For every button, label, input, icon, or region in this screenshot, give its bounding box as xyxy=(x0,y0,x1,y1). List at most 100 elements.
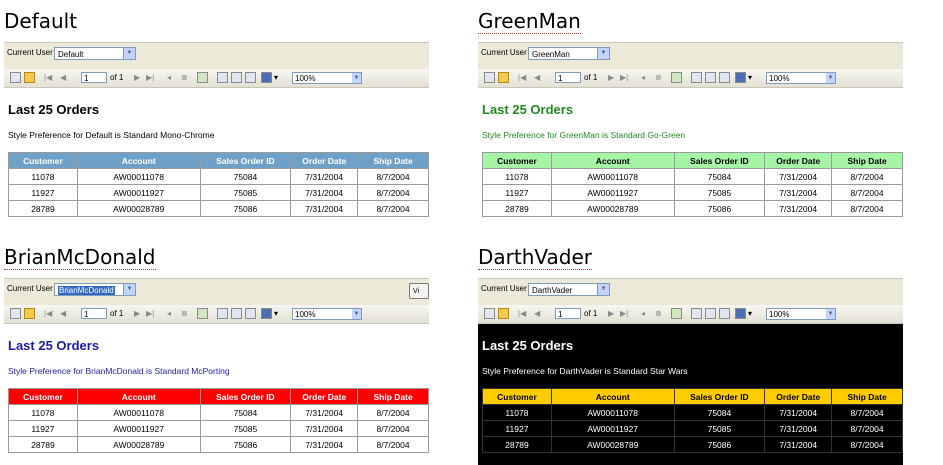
page-number-input[interactable]: 1 xyxy=(81,72,107,83)
next-page-icon[interactable]: ▶ xyxy=(134,72,140,84)
export-chevron-icon[interactable]: ▾ xyxy=(274,308,278,320)
refresh-icon[interactable] xyxy=(197,72,208,83)
cell-sales-order-id: 75085 xyxy=(199,184,292,201)
view-report-button[interactable]: Vi xyxy=(409,283,429,299)
previous-page-icon[interactable]: ◀ xyxy=(534,72,540,84)
table-header-row: Customer Account Sales Order ID Order Date S… xyxy=(482,388,903,405)
back-icon[interactable]: ◂ xyxy=(641,72,645,84)
chevron-down-icon[interactable]: ▼ xyxy=(826,309,835,319)
chevron-down-icon[interactable]: ▼ xyxy=(597,48,609,59)
column-header-ship-date: Ship Date xyxy=(831,152,903,169)
cell-ship-date: 8/7/2004 xyxy=(357,420,429,437)
print-layout-icon[interactable] xyxy=(705,72,716,83)
page-setup-icon[interactable] xyxy=(719,72,730,83)
cell-account: AW00028789 xyxy=(76,200,201,217)
first-page-icon[interactable]: |◀ xyxy=(44,72,52,84)
chevron-down-icon[interactable]: ▼ xyxy=(352,309,361,319)
last-page-icon[interactable]: ▶| xyxy=(146,308,154,320)
page-setup-icon[interactable] xyxy=(245,308,256,319)
back-icon[interactable]: ◂ xyxy=(167,72,171,84)
export-chevron-icon[interactable]: ▾ xyxy=(748,72,752,84)
page-number-input[interactable]: 1 xyxy=(555,72,581,83)
cell-order-date: 7/31/2004 xyxy=(764,436,833,453)
current-user-select[interactable]: GreenMan ▼ xyxy=(528,47,610,60)
cell-ship-date: 8/7/2004 xyxy=(831,168,903,185)
zoom-select[interactable]: 100% ▼ xyxy=(766,72,836,84)
zoom-select[interactable]: 100% ▼ xyxy=(292,72,362,84)
stop-icon[interactable]: ⊗ xyxy=(181,308,188,320)
print-layout-icon[interactable] xyxy=(231,72,242,83)
export-chevron-icon[interactable]: ▾ xyxy=(748,308,752,320)
first-page-icon[interactable]: |◀ xyxy=(518,72,526,84)
print-icon[interactable] xyxy=(691,308,702,319)
stop-icon[interactable]: ⊗ xyxy=(655,308,662,320)
report-content: Last 25 Orders Style Preference for Dart… xyxy=(478,324,903,465)
document-map-icon[interactable] xyxy=(10,308,21,319)
next-page-icon[interactable]: ▶ xyxy=(134,308,140,320)
zoom-select[interactable]: 100% ▼ xyxy=(766,308,836,320)
document-map-icon[interactable] xyxy=(10,72,21,83)
column-header-ship-date: Ship Date xyxy=(357,388,429,405)
cell-order-date: 7/31/2004 xyxy=(764,168,833,185)
report-toolbar: |◀ ◀ 1 of 1 ▶ ▶| ◂ ⊗ ▾ 100% ▼ xyxy=(478,69,903,88)
refresh-icon[interactable] xyxy=(197,308,208,319)
print-icon[interactable] xyxy=(217,308,228,319)
chevron-down-icon[interactable]: ▼ xyxy=(123,284,135,295)
panel-heading: Default xyxy=(4,9,78,33)
chevron-down-icon[interactable]: ▼ xyxy=(123,48,135,59)
cell-account: AW00011078 xyxy=(76,168,201,185)
back-icon[interactable]: ◂ xyxy=(641,308,645,320)
cell-ship-date: 8/7/2004 xyxy=(357,200,429,217)
stop-icon[interactable]: ⊗ xyxy=(655,72,662,84)
cell-account: AW00011078 xyxy=(550,404,675,421)
export-icon[interactable] xyxy=(735,72,746,83)
document-map-icon[interactable] xyxy=(484,72,495,83)
page-setup-icon[interactable] xyxy=(719,308,730,319)
column-header-sales-order-id: Sales Order ID xyxy=(673,152,766,169)
print-icon[interactable] xyxy=(217,72,228,83)
cell-ship-date: 8/7/2004 xyxy=(831,200,903,217)
chevron-down-icon[interactable]: ▼ xyxy=(826,73,835,83)
current-user-select[interactable]: BrianMcDonald ▼ xyxy=(54,283,136,296)
table-row: 11927 AW00011927 75085 7/31/2004 8/7/2004 xyxy=(482,420,903,437)
export-chevron-icon[interactable]: ▾ xyxy=(274,72,278,84)
print-icon[interactable] xyxy=(691,72,702,83)
report-toolbar: |◀ ◀ 1 of 1 ▶ ▶| ◂ ⊗ ▾ 100% ▼ xyxy=(4,305,429,324)
chevron-down-icon[interactable]: ▼ xyxy=(597,284,609,295)
back-icon[interactable]: ◂ xyxy=(167,308,171,320)
parameters-icon[interactable] xyxy=(24,72,35,83)
parameters-icon[interactable] xyxy=(498,308,509,319)
stop-icon[interactable]: ⊗ xyxy=(181,72,188,84)
export-icon[interactable] xyxy=(735,308,746,319)
refresh-icon[interactable] xyxy=(671,308,682,319)
parameters-icon[interactable] xyxy=(498,72,509,83)
next-page-icon[interactable]: ▶ xyxy=(608,308,614,320)
first-page-icon[interactable]: |◀ xyxy=(518,308,526,320)
parameters-icon[interactable] xyxy=(24,308,35,319)
chevron-down-icon[interactable]: ▼ xyxy=(352,73,361,83)
table-row: 28789 AW00028789 75086 7/31/2004 8/7/2004 xyxy=(482,200,903,217)
export-icon[interactable] xyxy=(261,308,272,319)
document-map-icon[interactable] xyxy=(484,308,495,319)
refresh-icon[interactable] xyxy=(671,72,682,83)
cell-customer: 11078 xyxy=(482,404,552,421)
print-layout-icon[interactable] xyxy=(231,308,242,319)
last-page-icon[interactable]: ▶| xyxy=(620,72,628,84)
previous-page-icon[interactable]: ◀ xyxy=(60,72,66,84)
previous-page-icon[interactable]: ◀ xyxy=(60,308,66,320)
current-user-select[interactable]: DarthVader ▼ xyxy=(528,283,610,296)
current-user-select[interactable]: Default ▼ xyxy=(54,47,136,60)
cell-ship-date: 8/7/2004 xyxy=(831,420,903,437)
next-page-icon[interactable]: ▶ xyxy=(608,72,614,84)
export-icon[interactable] xyxy=(261,72,272,83)
zoom-select[interactable]: 100% ▼ xyxy=(292,308,362,320)
page-number-input[interactable]: 1 xyxy=(555,308,581,319)
page-setup-icon[interactable] xyxy=(245,72,256,83)
page-number-input[interactable]: 1 xyxy=(81,308,107,319)
print-layout-icon[interactable] xyxy=(705,308,716,319)
last-page-icon[interactable]: ▶| xyxy=(146,72,154,84)
cell-order-date: 7/31/2004 xyxy=(290,168,359,185)
last-page-icon[interactable]: ▶| xyxy=(620,308,628,320)
previous-page-icon[interactable]: ◀ xyxy=(534,308,540,320)
first-page-icon[interactable]: |◀ xyxy=(44,308,52,320)
